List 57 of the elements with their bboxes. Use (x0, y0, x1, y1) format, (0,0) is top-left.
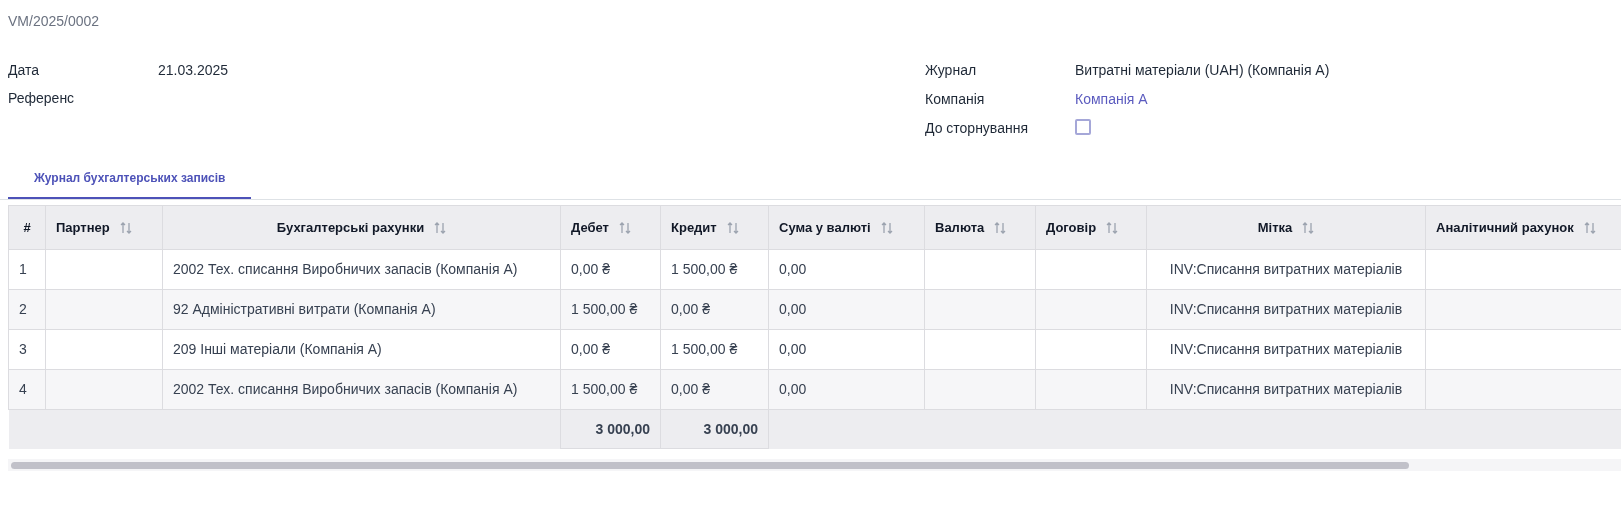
total-cell: 3 000,00 (660, 409, 769, 449)
field-label: Компанія (925, 91, 985, 107)
column-header[interactable]: Сума у валюті (768, 205, 925, 250)
sort-icon[interactable] (880, 221, 893, 236)
sort-icon[interactable] (119, 221, 132, 236)
company-link[interactable]: Компанія A (1075, 89, 1148, 110)
table-cell: 4 (8, 369, 46, 410)
column-header[interactable]: Договір (1035, 205, 1147, 250)
sort-icon[interactable] (618, 221, 631, 236)
table-cell: INV:Списання витратних матеріалів (1146, 249, 1426, 290)
table-cell: 0,00 (768, 369, 925, 410)
table-cell: 0,00 (768, 249, 925, 290)
checkbox[interactable] (1075, 119, 1091, 135)
column-header[interactable]: Кредит (660, 205, 769, 250)
field-label: Дата (8, 62, 39, 78)
field-label: Референс (8, 90, 75, 106)
table-cell: 0,00 ₴ (560, 249, 661, 290)
table-cell: 3 (8, 329, 46, 370)
table-cell: INV:Списання витратних матеріалів (1146, 369, 1426, 410)
table-cell: INV:Списання витратних матеріалів (1146, 289, 1426, 330)
sort-icon[interactable] (994, 221, 1007, 236)
column-header[interactable]: Партнер (45, 205, 163, 250)
sort-icon[interactable] (726, 221, 739, 236)
table-cell: 0,00 ₴ (660, 369, 769, 410)
column-header: # (8, 205, 46, 250)
table-cell: 1 500,00 ₴ (660, 329, 769, 370)
table-cell: 1 500,00 ₴ (660, 249, 769, 290)
table-cell: 2002 Тех. списання Виробничих запасів (Компанія A) (162, 249, 561, 290)
table-cell: 92 Адміністративні витрати (Компанія A) (162, 289, 561, 330)
sort-icon[interactable] (1583, 221, 1596, 236)
tab[interactable]: Журнал бухгалтерських записів (8, 159, 252, 199)
field-label: Журнал (925, 62, 977, 78)
column-header[interactable]: Аналітичний рахунок (1425, 205, 1621, 250)
record-name: VM/2025/0002 (7, 12, 100, 31)
table-cell: 209 Інші матеріали (Компанія A) (162, 329, 561, 370)
field-value: 21.03.2025 (158, 61, 229, 80)
table-cell: INV:Списання витратних матеріалів (1146, 329, 1426, 370)
table-cell: 0,00 ₴ (660, 289, 769, 330)
table-cell: 1 (8, 249, 46, 290)
scrollbar[interactable] (8, 459, 1621, 471)
table-cell: 1 500,00 ₴ (560, 289, 661, 330)
table-cell: 1 500,00 ₴ (560, 369, 661, 410)
column-header[interactable]: Мітка (1146, 205, 1426, 250)
table-cell: 2 (8, 289, 46, 330)
total-cell: 3 000,00 (560, 409, 661, 449)
column-header[interactable]: Валюта (924, 205, 1036, 250)
table-cell: 0,00 ₴ (560, 329, 661, 370)
field-value: Витратні матеріали (UAH) (Компанія A) (1075, 61, 1330, 80)
field-label: До сторнування (925, 120, 1028, 136)
sort-icon[interactable] (434, 221, 447, 236)
sort-icon[interactable] (1302, 221, 1315, 236)
column-header[interactable]: Бухгалтерські рахунки (162, 205, 561, 250)
sort-icon[interactable] (1106, 221, 1119, 236)
column-header[interactable]: Дебет (560, 205, 661, 250)
table-cell: 0,00 (768, 329, 925, 370)
table-cell: 0,00 (768, 289, 925, 330)
table-cell: 2002 Тех. списання Виробничих запасів (Компанія A) (162, 369, 561, 410)
